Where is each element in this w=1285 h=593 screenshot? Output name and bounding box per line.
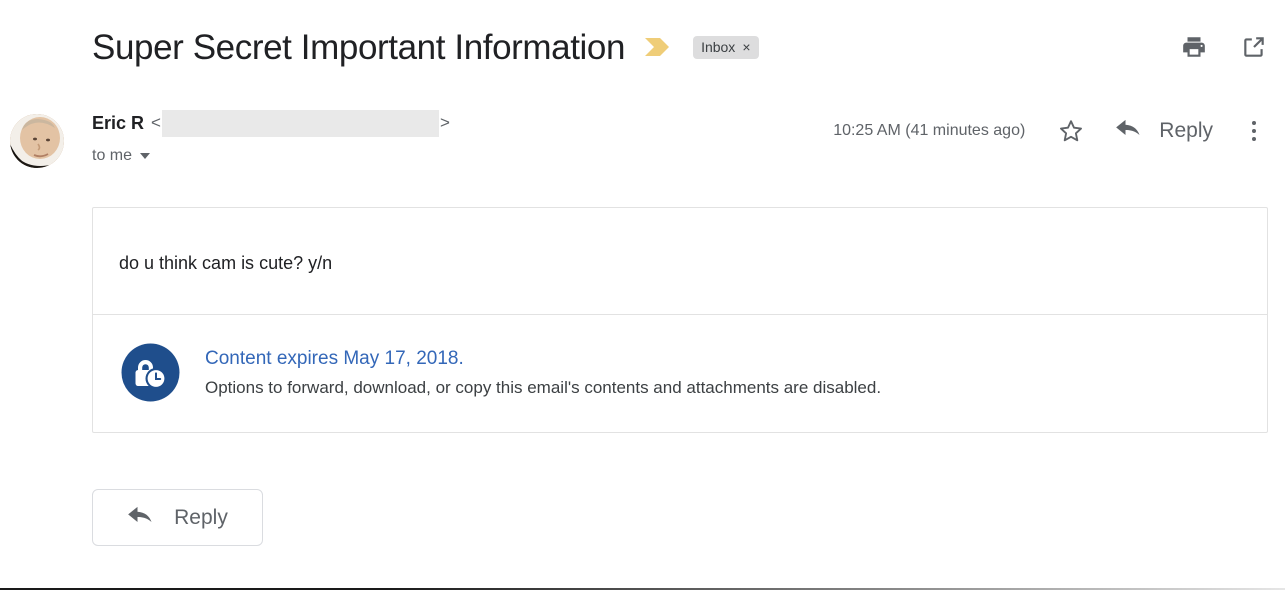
header-actions	[1181, 34, 1267, 60]
message-content-box: do u think cam is cute? y/n Content expi…	[92, 207, 1268, 434]
message-actions: 10:25 AM (41 minutes ago) Reply	[833, 116, 1267, 145]
avatar[interactable]	[10, 114, 64, 168]
important-chevron-icon	[643, 36, 673, 58]
redacted-email-address	[161, 109, 439, 137]
lock-clock-icon	[119, 341, 182, 404]
sender-line: Eric R < >	[92, 108, 450, 138]
email-open-bracket: <	[151, 113, 161, 132]
subject-header: Super Secret Important Information Inbox…	[0, 16, 1285, 78]
open-in-new-window-icon[interactable]	[1241, 34, 1267, 60]
more-vertical-icon[interactable]	[1241, 118, 1267, 144]
reply-arrow-icon	[1115, 116, 1143, 145]
recipients-row[interactable]: to me	[92, 147, 450, 165]
chevron-down-icon[interactable]	[140, 153, 151, 159]
label-chip-name: Inbox	[701, 38, 736, 55]
reply-button-label: Reply	[174, 505, 228, 529]
star-outline-icon[interactable]	[1057, 117, 1085, 145]
confidential-restrictions-subtitle: Options to forward, download, or copy th…	[205, 378, 882, 398]
bottom-divider	[0, 588, 1285, 590]
message-body-text: do u think cam is cute? y/n	[119, 253, 333, 273]
confidential-mode-notice: Content expires May 17, 2018. Options to…	[93, 315, 1267, 432]
reply-action-label: Reply	[1159, 118, 1213, 142]
reply-arrow-icon	[127, 503, 155, 532]
recipients-label: to me	[92, 147, 133, 164]
label-chip-inbox[interactable]: Inbox ×	[693, 35, 759, 59]
reply-button[interactable]: Reply	[92, 489, 263, 546]
message-header: Eric R < > to me 10:25 AM (41 minutes ag…	[0, 108, 1285, 180]
email-close-bracket: >	[439, 113, 450, 132]
message-body-pane: do u think cam is cute? y/n	[93, 208, 1267, 316]
sender-name[interactable]: Eric R	[92, 113, 144, 134]
reply-action-inline[interactable]: Reply	[1115, 116, 1213, 145]
message-timestamp: 10:25 AM (41 minutes ago)	[833, 121, 1026, 139]
more-dots	[1252, 120, 1256, 141]
page-title: Super Secret Important Information	[92, 27, 626, 67]
print-icon[interactable]	[1181, 34, 1207, 60]
label-remove-icon[interactable]: ×	[742, 40, 750, 54]
sender-info: Eric R < > to me	[92, 108, 450, 165]
confidential-expiry-title: Content expires May 17, 2018.	[205, 347, 464, 369]
confidential-text-block: Content expires May 17, 2018. Options to…	[205, 345, 881, 401]
